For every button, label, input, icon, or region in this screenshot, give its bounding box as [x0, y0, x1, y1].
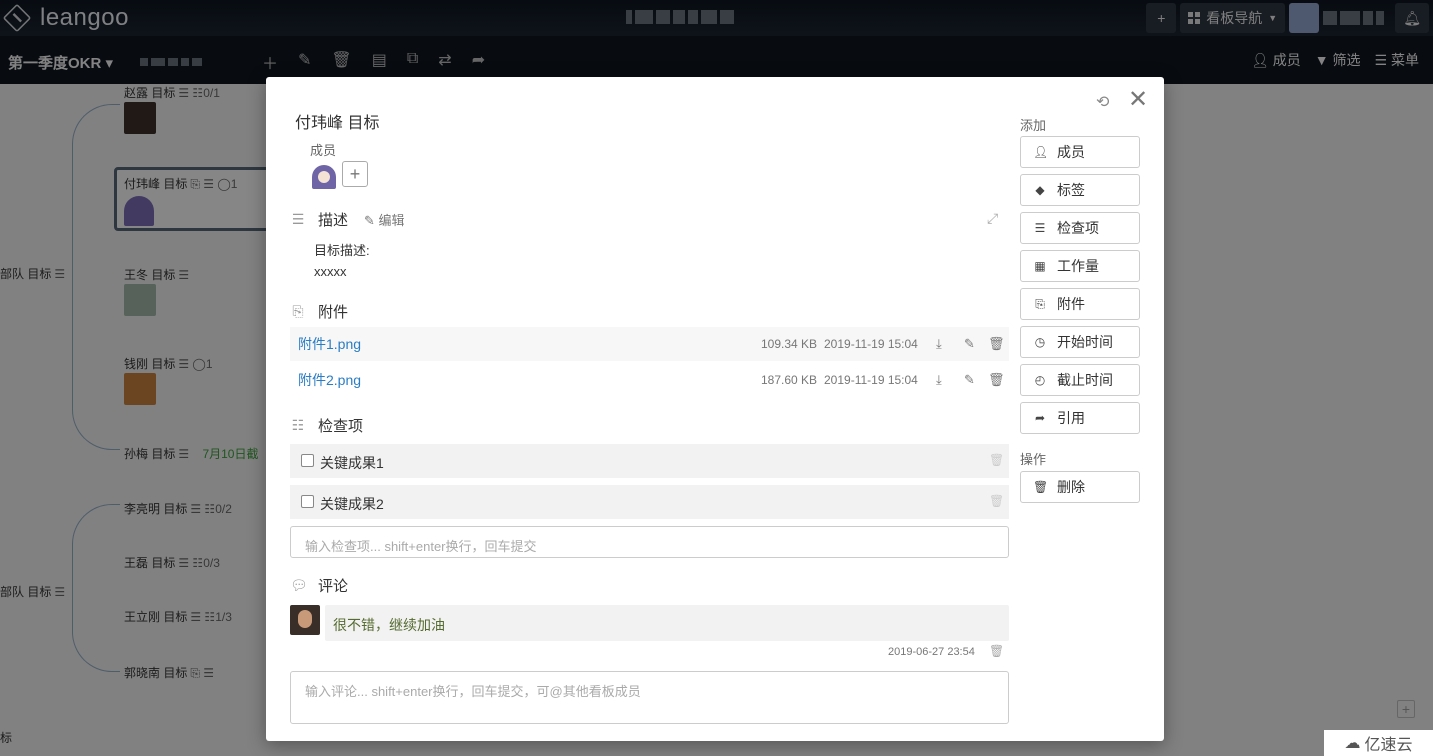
- card-title[interactable]: 付玮峰 目标: [295, 109, 379, 133]
- checklist-checkbox[interactable]: [301, 495, 314, 508]
- add-workload-button[interactable]: ▦ 工作量: [1020, 250, 1140, 282]
- attachment-size: 187.60 KB: [761, 373, 818, 387]
- checklist-heading: ☷ 检查项: [291, 417, 364, 435]
- share-icon: ➦: [1034, 411, 1046, 425]
- checklist-item-label[interactable]: 关键成果2: [320, 494, 384, 514]
- reference-button[interactable]: ➦ 引用: [1020, 402, 1140, 434]
- attachment-size: 109.34 KB: [761, 337, 818, 351]
- trash-icon[interactable]: 🗑︎: [988, 336, 1005, 352]
- trash-icon[interactable]: 🗑︎: [989, 644, 1004, 658]
- close-icon[interactable]: ✕: [1128, 88, 1148, 112]
- attachment-date: 2019-11-19 15:04: [824, 337, 918, 351]
- checklist-item: 关键成果2 🗑︎: [290, 485, 1009, 519]
- actions-section-label: 操作: [1020, 452, 1047, 467]
- attachments-heading: ⎘ 附件: [290, 301, 348, 322]
- comment-input[interactable]: 输入评论... shift+enter换行，回车提交，可@其他看板成员: [290, 671, 1009, 724]
- checklist-item-label[interactable]: 关键成果1: [320, 453, 384, 473]
- edit-description-link[interactable]: ✎ 编辑: [364, 210, 405, 229]
- trash-icon[interactable]: 🗑︎: [988, 372, 1005, 388]
- due-time-button[interactable]: ◴ 截止时间: [1020, 364, 1140, 396]
- plus-icon: +: [349, 163, 361, 184]
- attachment-row: 附件1.png 109.34 KB 2019-11-19 15:04 ⤓ ✎ 🗑…: [290, 327, 1009, 361]
- paperclip-icon: ⎘: [292, 303, 304, 319]
- tag-icon: ◆: [1035, 183, 1045, 197]
- checklist-checkbox[interactable]: [301, 454, 314, 467]
- download-icon[interactable]: ⤓: [936, 336, 942, 352]
- delete-button[interactable]: 🗑︎ 删除: [1020, 471, 1140, 503]
- edit-icon[interactable]: ✎: [964, 336, 975, 352]
- description-heading: ☰ 描述 ✎ 编辑: [291, 210, 405, 229]
- add-tag-button[interactable]: ◆ 标签: [1020, 174, 1140, 206]
- comments-heading: 💬︎ 评论: [290, 577, 349, 595]
- paperclip-icon: ⎘: [1035, 296, 1045, 311]
- add-attachment-button[interactable]: ⎘ 附件: [1020, 288, 1140, 320]
- attachment-link[interactable]: 附件1.png: [298, 334, 361, 354]
- expand-icon[interactable]: ⤢: [987, 210, 998, 227]
- add-checklist-button[interactable]: ☰ 检查项: [1020, 212, 1140, 244]
- clock-icon: ◴: [1034, 373, 1046, 387]
- members-label: 成员: [310, 143, 337, 158]
- watermark: ☁ 亿速云: [1324, 730, 1433, 756]
- trash-icon[interactable]: 🗑︎: [989, 453, 1004, 467]
- align-left-icon: ☰: [291, 211, 305, 227]
- cloud-icon: ☁: [1344, 735, 1361, 752]
- list-icon: ☷: [291, 417, 305, 433]
- list-icon: ☰: [1034, 221, 1046, 235]
- checklist-item: 关键成果1 🗑︎: [290, 444, 1009, 478]
- history-icon[interactable]: ⟲: [1096, 92, 1114, 111]
- start-time-button[interactable]: ◷ 开始时间: [1020, 326, 1140, 358]
- attachment-link[interactable]: 附件2.png: [298, 370, 361, 390]
- attachment-row: 附件2.png 187.60 KB 2019-11-19 15:04 ⤓ ✎ 🗑…: [290, 363, 1009, 397]
- checklist-input[interactable]: 输入检查项... shift+enter换行，回车提交: [290, 526, 1009, 558]
- edit-icon[interactable]: ✎: [964, 372, 975, 388]
- add-user-icon: 👤︎: [1033, 145, 1049, 159]
- trash-icon: 🗑︎: [1033, 480, 1049, 494]
- card-detail-modal: 付玮峰 目标 ⟲ ✕ 成员 + ☰ 描述 ✎ 编辑 ⤢ 目标描述: xxxxx …: [266, 77, 1164, 741]
- add-member-sidebar-button[interactable]: 👤︎ 成员: [1020, 136, 1140, 168]
- add-member-button[interactable]: +: [342, 161, 368, 187]
- description-line: 目标描述:: [314, 243, 370, 258]
- comment-icon: 💬︎: [290, 577, 308, 593]
- description-line: xxxxx: [314, 264, 347, 279]
- comment-text: 很不错，继续加油: [325, 605, 1009, 641]
- download-icon[interactable]: ⤓: [936, 372, 942, 388]
- add-icon[interactable]: +: [1397, 700, 1415, 718]
- avatar[interactable]: [312, 165, 336, 189]
- comment-timestamp: 2019-06-27 23:54: [888, 646, 975, 658]
- clock-icon: ◷: [1034, 335, 1046, 349]
- grid-icon: ▦: [1034, 259, 1046, 273]
- trash-icon[interactable]: 🗑︎: [989, 494, 1004, 508]
- add-section-label: 添加: [1020, 118, 1047, 133]
- attachment-date: 2019-11-19 15:04: [824, 373, 918, 387]
- avatar: [290, 605, 320, 635]
